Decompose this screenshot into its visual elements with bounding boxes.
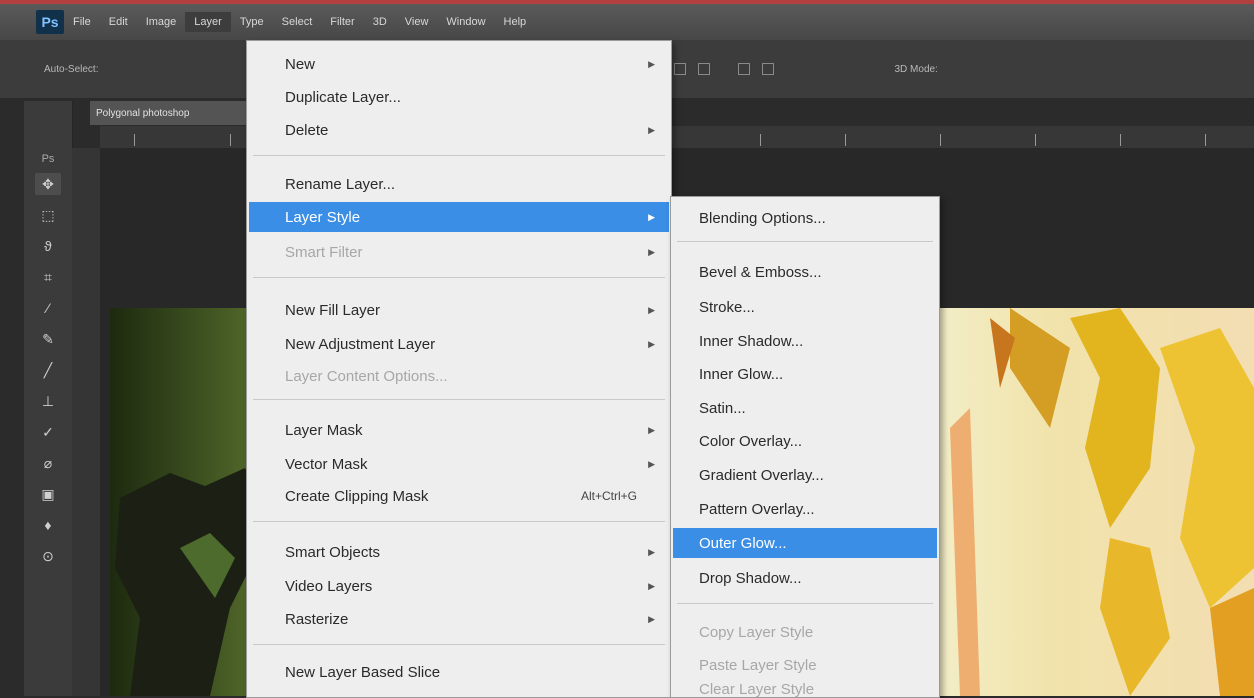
menu-separator: [253, 277, 665, 278]
menu-item-vector-mask[interactable]: Vector Mask ▶: [249, 449, 669, 479]
menu-item-layer-mask[interactable]: Layer Mask ▶: [249, 415, 669, 445]
menu-edit[interactable]: Edit: [100, 12, 137, 32]
tools-panel-label: Ps: [41, 153, 55, 165]
eyedropper-tool-icon[interactable]: ⁄: [35, 297, 61, 319]
brush-tool-icon[interactable]: ╱: [35, 359, 61, 381]
menu-item-new-layer-based-slice[interactable]: New Layer Based Slice: [249, 657, 669, 687]
submenu-item-outer-glow[interactable]: Outer Glow...: [673, 528, 937, 558]
menu-type[interactable]: Type: [231, 12, 273, 32]
dodge-tool-icon[interactable]: ⊙: [35, 545, 61, 567]
submenu-item-inner-shadow[interactable]: Inner Shadow...: [673, 326, 937, 356]
eraser-tool-icon[interactable]: ⌀: [35, 452, 61, 474]
distribute-icon[interactable]: [738, 63, 751, 75]
menu-item-new-fill-layer[interactable]: New Fill Layer ▶: [249, 295, 669, 325]
auto-select-label[interactable]: Auto-Select:: [44, 64, 98, 75]
submenu-arrow-icon: ▶: [648, 613, 655, 624]
submenu-arrow-icon: ▶: [648, 211, 655, 222]
submenu-item-stroke[interactable]: Stroke...: [673, 292, 937, 322]
healing-brush-icon[interactable]: ✎: [35, 328, 61, 350]
menu-bar: Ps File Edit Image Layer Type Select Fil…: [0, 4, 1254, 40]
menu-separator: [253, 155, 665, 156]
menu-3d[interactable]: 3D: [364, 12, 396, 32]
submenu-item-paste-layer-style[interactable]: Paste Layer Style: [673, 650, 937, 680]
menu-select[interactable]: Select: [273, 12, 322, 32]
menu-item-delete[interactable]: Delete ▶: [249, 115, 669, 145]
3d-mode-label[interactable]: 3D Mode:: [894, 64, 937, 75]
history-brush-icon[interactable]: ✓: [35, 421, 61, 443]
menu-item-smart-objects[interactable]: Smart Objects ▶: [249, 537, 669, 567]
blur-tool-icon[interactable]: ♦: [35, 514, 61, 536]
vertical-ruler: [72, 148, 100, 696]
submenu-item-copy-layer-style[interactable]: Copy Layer Style: [673, 617, 937, 647]
submenu-item-blending-options[interactable]: Blending Options...: [673, 203, 937, 233]
menu-filter[interactable]: Filter: [321, 12, 363, 32]
submenu-item-gradient-overlay[interactable]: Gradient Overlay...: [673, 460, 937, 490]
move-tool-icon[interactable]: ✥: [35, 173, 61, 195]
menu-help[interactable]: Help: [495, 12, 536, 32]
menu-item-layer-content-options[interactable]: Layer Content Options...: [249, 361, 669, 391]
menu-item-duplicate-layer[interactable]: Duplicate Layer...: [249, 82, 669, 112]
submenu-arrow-icon: ▶: [648, 58, 655, 69]
submenu-arrow-icon: ▶: [648, 546, 655, 557]
distribute-icon[interactable]: [698, 63, 711, 75]
gradient-tool-icon[interactable]: ▣: [35, 483, 61, 505]
menu-item-smart-filter[interactable]: Smart Filter ▶: [249, 237, 669, 267]
menu-separator: [677, 603, 933, 604]
submenu-arrow-icon: ▶: [648, 458, 655, 469]
menu-separator: [253, 644, 665, 645]
menu-layer[interactable]: Layer: [185, 12, 231, 32]
menu-item-layer-style[interactable]: Layer Style ▶: [249, 202, 669, 232]
menu-file[interactable]: File: [64, 12, 100, 32]
submenu-item-bevel-emboss[interactable]: Bevel & Emboss...: [673, 257, 937, 287]
marquee-tool-icon[interactable]: ⬚: [35, 204, 61, 226]
layer-menu-dropdown: New ▶ Duplicate Layer... Delete ▶ Rename L…: [246, 40, 672, 698]
submenu-arrow-icon: ▶: [648, 338, 655, 349]
menu-separator: [253, 521, 665, 522]
submenu-item-clear-layer-style[interactable]: Clear Layer Style: [673, 681, 937, 697]
submenu-arrow-icon: ▶: [648, 580, 655, 591]
menu-separator: [677, 241, 933, 242]
menu-window[interactable]: Window: [437, 12, 494, 32]
crop-tool-icon[interactable]: ⌗: [35, 266, 61, 288]
submenu-item-satin[interactable]: Satin...: [673, 393, 937, 423]
submenu-arrow-icon: ▶: [648, 246, 655, 257]
menu-item-rename-layer[interactable]: Rename Layer...: [249, 169, 669, 199]
lasso-tool-icon[interactable]: ϑ: [35, 235, 61, 257]
submenu-arrow-icon: ▶: [648, 424, 655, 435]
menu-item-new-adjustment-layer[interactable]: New Adjustment Layer ▶: [249, 329, 669, 359]
layer-style-submenu: Blending Options... Bevel & Emboss... St…: [670, 196, 940, 698]
submenu-item-inner-glow[interactable]: Inner Glow...: [673, 359, 937, 389]
distribute-icon[interactable]: [762, 63, 775, 75]
menu-image[interactable]: Image: [137, 12, 186, 32]
clone-stamp-icon[interactable]: ⊥: [35, 390, 61, 412]
menu-item-new[interactable]: New ▶: [249, 49, 669, 79]
photoshop-logo: Ps: [36, 10, 64, 34]
submenu-item-pattern-overlay[interactable]: Pattern Overlay...: [673, 494, 937, 524]
menu-item-rasterize[interactable]: Rasterize ▶: [249, 604, 669, 634]
submenu-item-drop-shadow[interactable]: Drop Shadow...: [673, 563, 937, 593]
distribute-icon[interactable]: [674, 63, 687, 75]
tools-panel: Ps ✥ ⬚ ϑ ⌗ ⁄ ✎ ╱ ⊥ ✓ ⌀ ▣ ♦ ⊙: [24, 101, 73, 696]
submenu-arrow-icon: ▶: [648, 304, 655, 315]
submenu-item-color-overlay[interactable]: Color Overlay...: [673, 426, 937, 456]
menu-view[interactable]: View: [396, 12, 438, 32]
document-tab[interactable]: Polygonal photoshop: [90, 101, 250, 125]
menu-item-create-clipping-mask[interactable]: Create Clipping Mask Alt+Ctrl+G: [249, 481, 669, 511]
submenu-arrow-icon: ▶: [648, 124, 655, 135]
menu-item-video-layers[interactable]: Video Layers ▶: [249, 571, 669, 601]
menu-separator: [253, 399, 665, 400]
shortcut-label: Alt+Ctrl+G: [580, 489, 637, 503]
